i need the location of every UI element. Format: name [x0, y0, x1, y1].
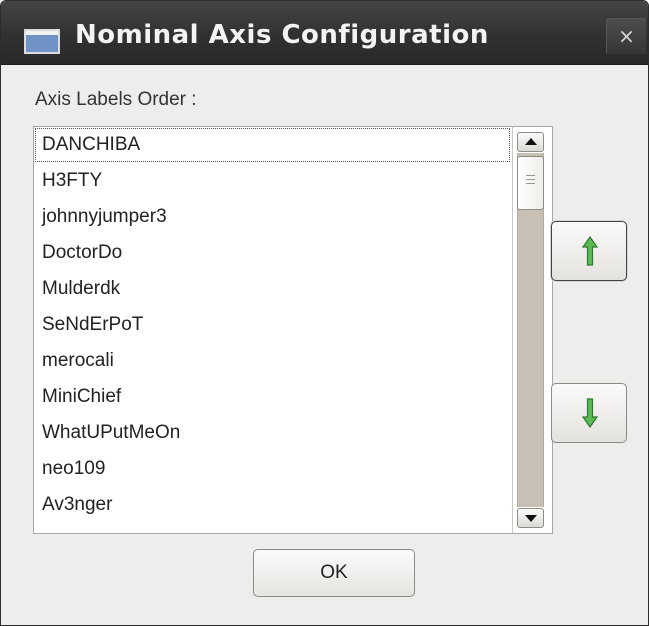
- window-bottom-edge: [1, 618, 648, 625]
- move-down-button[interactable]: [551, 383, 627, 443]
- close-button[interactable]: ×: [606, 18, 646, 54]
- scroll-thumb[interactable]: [517, 156, 544, 210]
- nominal-axis-dialog: Nominal Axis Configuration × Axis Labels…: [0, 0, 649, 626]
- list-item[interactable]: Av3nger: [34, 487, 511, 523]
- arrow-up-icon: [582, 236, 598, 266]
- scroll-up-button[interactable]: [517, 132, 544, 152]
- list-item[interactable]: neo109: [34, 451, 511, 487]
- list-item[interactable]: DANCHIBA: [34, 127, 511, 163]
- window-title: Nominal Axis Configuration: [75, 20, 489, 50]
- axis-labels-list: DANCHIBA H3FTY johnnyjumper3 DoctorDo Mu…: [34, 127, 511, 533]
- list-item[interactable]: SeNdErPoT: [34, 307, 511, 343]
- move-up-button[interactable]: [551, 221, 627, 281]
- list-item[interactable]: merocali: [34, 343, 511, 379]
- close-icon: ×: [618, 24, 635, 48]
- scroll-down-arrow-icon: [525, 515, 537, 522]
- axis-labels-order-label: Axis Labels Order :: [35, 89, 197, 110]
- arrow-down-icon: [582, 398, 598, 428]
- list-item[interactable]: Mulderdk: [34, 271, 511, 307]
- title-bar[interactable]: Nominal Axis Configuration ×: [1, 1, 648, 65]
- grip-icon: [526, 175, 535, 187]
- axis-labels-listbox[interactable]: DANCHIBA H3FTY johnnyjumper3 DoctorDo Mu…: [33, 126, 553, 534]
- list-item[interactable]: H3FTY: [34, 163, 511, 199]
- list-item[interactable]: DoctorDo: [34, 235, 511, 271]
- list-item[interactable]: MiniChief: [34, 379, 511, 415]
- scroll-up-arrow-icon: [525, 138, 537, 145]
- ok-button[interactable]: OK: [253, 549, 415, 597]
- list-item[interactable]: johnnyjumper3: [34, 199, 511, 235]
- list-item[interactable]: WhatUPutMeOn: [34, 415, 511, 451]
- window-icon: [24, 29, 60, 54]
- vertical-scrollbar[interactable]: [512, 127, 552, 533]
- scroll-down-button[interactable]: [517, 508, 544, 528]
- dialog-content: Axis Labels Order : DANCHIBA H3FTY johnn…: [9, 65, 641, 620]
